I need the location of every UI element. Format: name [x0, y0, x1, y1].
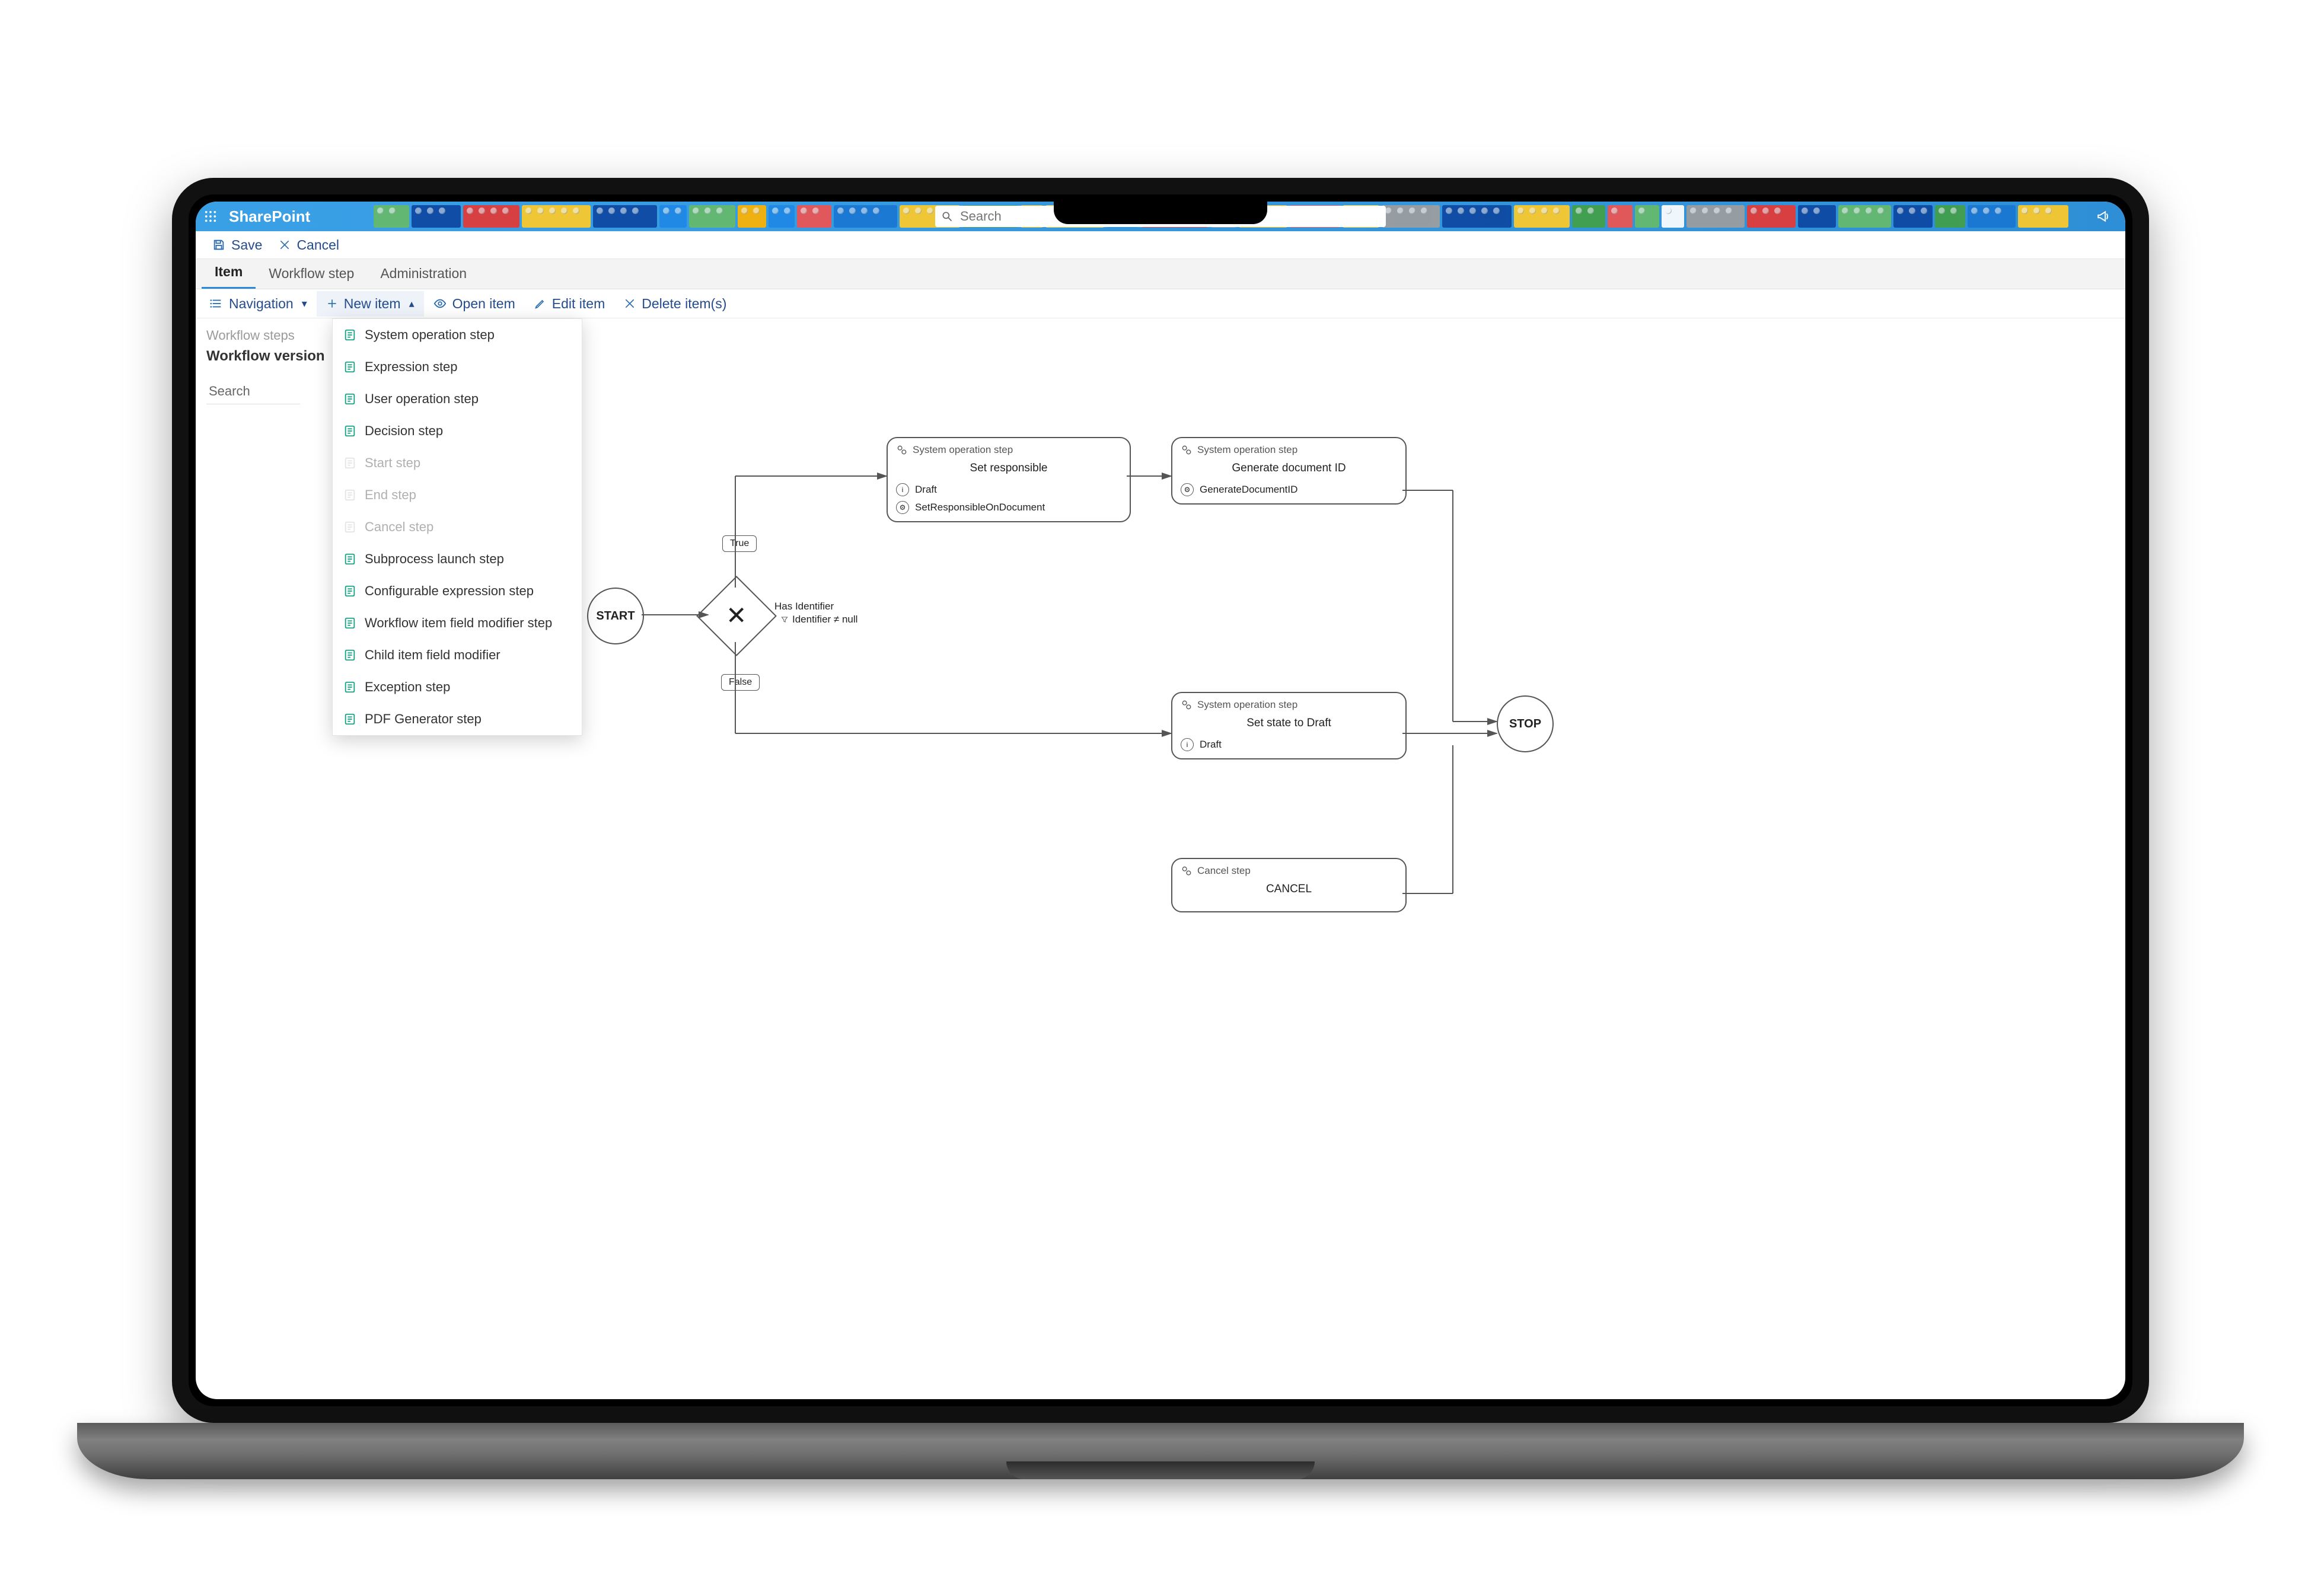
save-button[interactable]: Save — [204, 234, 270, 257]
left-column: Workflow steps Workflow version Search — [196, 318, 353, 414]
delete-items-button[interactable]: Delete item(s) — [614, 291, 736, 317]
menu-item-label: Configurable expression step — [365, 583, 534, 599]
menu-item-pdf-generator-step[interactable]: PDF Generator step — [333, 703, 582, 735]
menu-item-expression-step[interactable]: Expression step — [333, 351, 582, 383]
new-item-menu: System operation step Expression step User… — [332, 318, 582, 736]
edit-item-button[interactable]: Edit item — [525, 291, 614, 317]
save-label: Save — [231, 237, 262, 253]
menu-item-label: System operation step — [365, 327, 495, 343]
tab-workflow-step[interactable]: Workflow step — [256, 258, 367, 289]
menu-item-subprocess-launch-step[interactable]: Subprocess launch step — [333, 543, 582, 575]
megaphone-icon — [2096, 209, 2112, 224]
form-icon — [343, 392, 356, 406]
form-icon — [343, 489, 356, 502]
page-title: Workflow version — [206, 348, 343, 365]
menu-item-label: Decision step — [365, 423, 443, 439]
menu-item-label: PDF Generator step — [365, 711, 482, 727]
command-bar: Navigation ▾ New item ▴ Open item Edit i… — [196, 289, 2125, 318]
menu-item-child-item-field-modifier[interactable]: Child item field modifier — [333, 639, 582, 671]
close-icon — [279, 239, 291, 251]
form-icon — [343, 681, 356, 694]
save-cancel-bar: Save Cancel — [196, 231, 2125, 259]
save-icon — [212, 238, 225, 251]
menu-item-label: Start step — [365, 455, 420, 471]
menu-item-cancel-step: Cancel step — [333, 511, 582, 543]
pencil-icon — [534, 298, 546, 309]
menu-item-label: Expression step — [365, 359, 458, 375]
content-body: Workflow steps Workflow version Search S… — [196, 318, 2125, 1399]
app-screen: SharePoint Save — [196, 202, 2125, 1399]
menu-item-start-step: Start step — [333, 447, 582, 479]
navigation-button[interactable]: Navigation ▾ — [200, 291, 317, 317]
list-icon — [210, 297, 223, 310]
menu-item-user-operation-step[interactable]: User operation step — [333, 383, 582, 415]
menu-item-configurable-expression-step[interactable]: Configurable expression step — [333, 575, 582, 607]
feedback-button[interactable] — [2091, 203, 2117, 229]
menu-item-label: End step — [365, 487, 416, 503]
waffle-icon — [204, 210, 217, 223]
menu-item-label: Exception step — [365, 679, 450, 695]
search-icon — [941, 210, 953, 222]
menu-item-label: User operation step — [365, 391, 479, 407]
tab-administration[interactable]: Administration — [367, 258, 480, 289]
menu-item-label: Child item field modifier — [365, 647, 500, 663]
menu-item-label: Subprocess launch step — [365, 551, 504, 567]
form-icon — [343, 649, 356, 662]
cancel-button[interactable]: Cancel — [270, 234, 347, 257]
menu-item-label: Cancel step — [365, 519, 433, 535]
menu-item-end-step: End step — [333, 479, 582, 511]
form-icon — [343, 617, 356, 630]
close-icon — [624, 298, 636, 309]
form-icon — [343, 360, 356, 374]
menu-item-decision-step[interactable]: Decision step — [333, 415, 582, 447]
menu-item-workflow-item-field-modifier-step[interactable]: Workflow item field modifier step — [333, 607, 582, 639]
form-icon — [343, 585, 356, 598]
open-item-button[interactable]: Open item — [424, 291, 525, 317]
menu-item-system-operation-step[interactable]: System operation step — [333, 319, 582, 351]
new-item-button[interactable]: New item ▴ — [317, 291, 424, 317]
chevron-up-icon: ▴ — [409, 298, 415, 310]
header-right — [2091, 202, 2117, 231]
plus-icon — [326, 298, 338, 309]
breadcrumb: Workflow steps — [206, 328, 343, 343]
chevron-down-icon: ▾ — [302, 298, 307, 310]
list-search-input[interactable]: Search — [206, 379, 300, 404]
form-icon — [343, 328, 356, 341]
form-icon — [343, 713, 356, 726]
form-icon — [343, 424, 356, 438]
eye-icon — [433, 297, 447, 310]
workflow-diagram[interactable]: START ✕ Has Identifier Identifier ≠ null… — [587, 437, 2102, 1389]
app-launcher-button[interactable] — [196, 202, 225, 231]
form-icon — [343, 521, 356, 534]
tab-item[interactable]: Item — [202, 257, 256, 289]
app-name[interactable]: SharePoint — [225, 208, 310, 226]
form-icon — [343, 457, 356, 470]
form-icon — [343, 553, 356, 566]
ribbon-tabs: Item Workflow step Administration — [196, 259, 2125, 289]
menu-item-exception-step[interactable]: Exception step — [333, 671, 582, 703]
cancel-label: Cancel — [296, 237, 339, 253]
diagram-connectors — [587, 437, 2102, 1389]
menu-item-label: Workflow item field modifier step — [365, 615, 552, 631]
